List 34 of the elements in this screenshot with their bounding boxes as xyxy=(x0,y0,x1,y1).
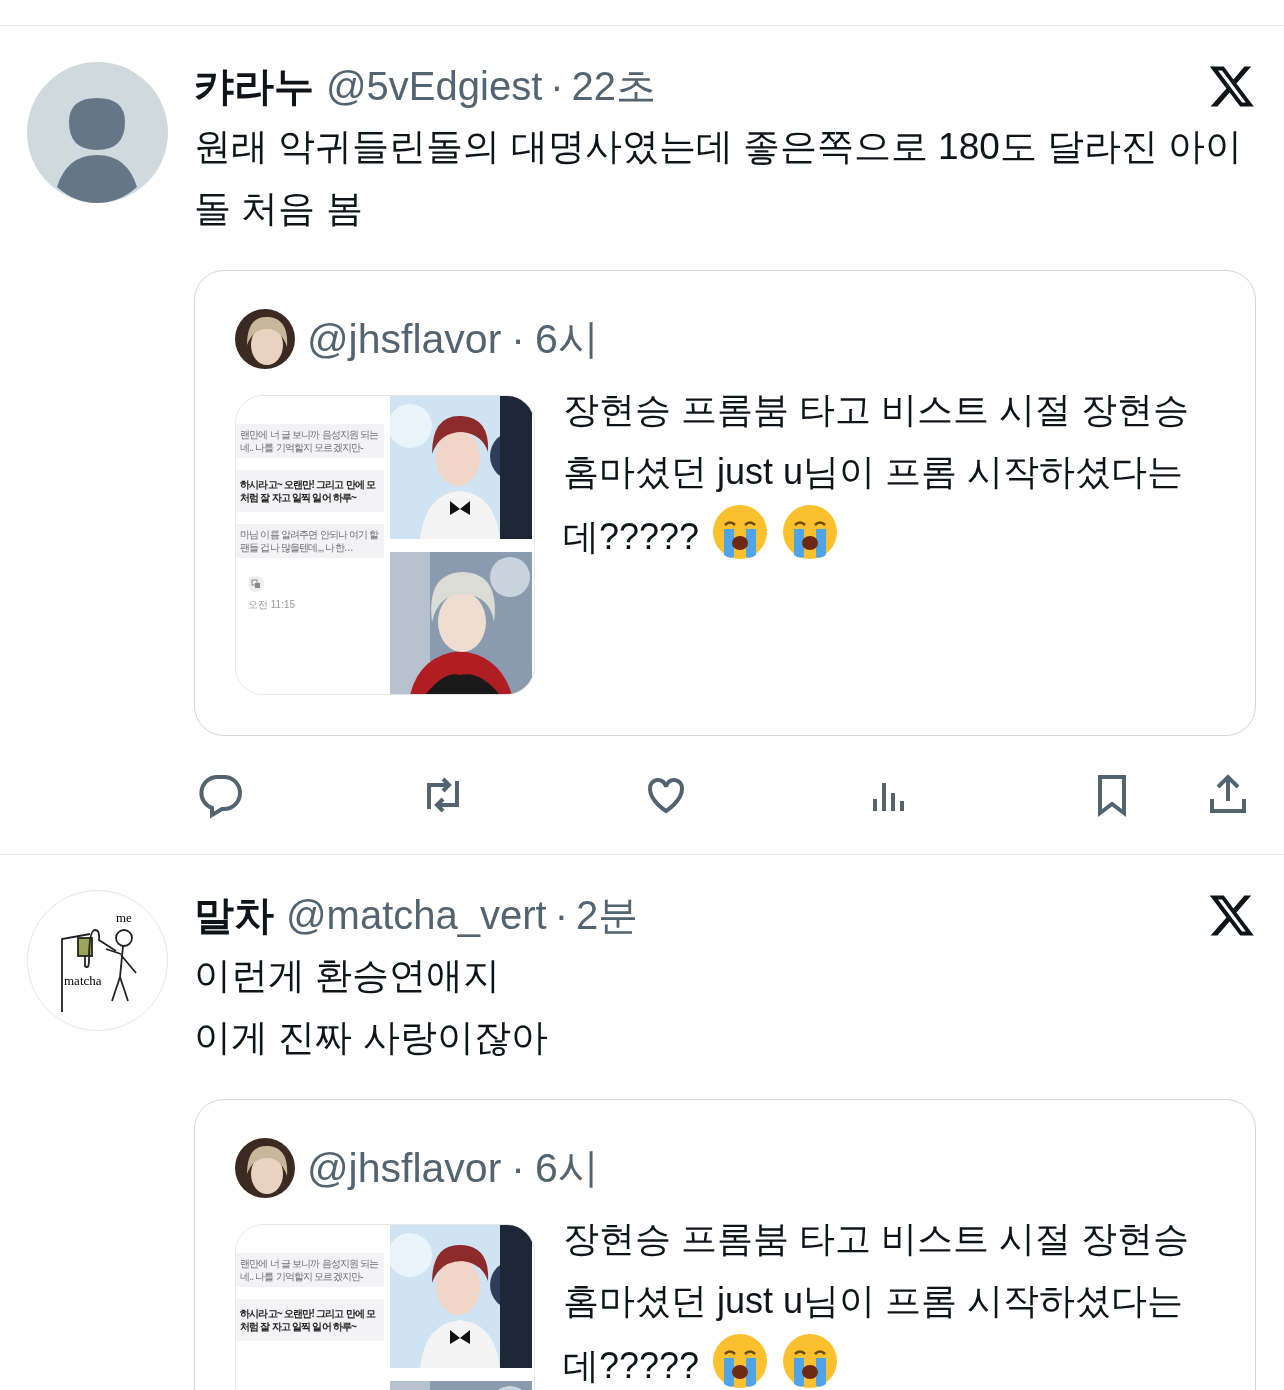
drawing-label: me xyxy=(116,910,132,925)
separator: · xyxy=(554,892,569,939)
separator: · xyxy=(511,1144,525,1193)
quoted-text: 장현승 프롬붐 타고 비스트 시절 장현승 홈마셨던 just u님이 프롬 시작하셨다는데????? xyxy=(563,1208,1215,1390)
crying-face-icon xyxy=(781,503,840,561)
timestamp: 6시 xyxy=(534,1144,599,1193)
timestamp: 6시 xyxy=(534,315,599,364)
separator: · xyxy=(550,63,564,110)
drawing-label: matcha xyxy=(64,973,102,988)
chat-bubble: 하시라고~ 오랜만! 그리고 만에 모처럼 잘 자고 일찍 일어 하루~ xyxy=(236,470,384,512)
crying-face-icon xyxy=(781,1332,840,1390)
tweet-text: 원래 악귀들린돌의 대명사였는데 좋은쪽으로 180도 달라진 아이돌 처음 봄 xyxy=(194,125,1244,231)
media-thumbnail[interactable]: 랜만에 너 글 보니까 음성지원 되는 네.. 나를 기억할지 모르겠지만- 하시라고~ 오랜만! 그리고 만에 모처럼 잘 자고 일찍 일어 하루~ xyxy=(235,1224,535,1390)
timestamp: 22초 xyxy=(571,63,657,110)
copy-icon xyxy=(248,576,264,592)
media-thumbnail[interactable]: 랜만에 너 글 보니까 음성지원 되는 네.. 나를 기억할지 모르겠지만- 하시라고~ 오랜만! 그리고 만에 모처럼 잘 자고 일찍 일어 하루~ 마님 이름 알려주면 안되나 여기 할 팬들 겁나 많을텐데,,, 나한… 오전 11:15 xyxy=(235,395,535,695)
author-name[interactable]: 말차 xyxy=(194,891,274,939)
author-handle[interactable]: @matcha_vert xyxy=(286,891,547,939)
tweet-text: 이런게 환승연애지 이게 진짜 사랑이잖아 xyxy=(194,954,549,1060)
crying-face-icon xyxy=(711,503,770,561)
separator: · xyxy=(511,315,525,364)
default-avatar-icon[interactable] xyxy=(27,62,168,203)
timestamp: 2분 xyxy=(576,892,639,939)
chat-bubble: 랜만에 너 글 보니까 음성지원 되는 네.. 나를 기억할지 모르겠지만- xyxy=(236,1253,384,1287)
author-handle[interactable]: @5vEdgiest xyxy=(326,62,543,110)
quoted-text: 장현승 프롬붐 타고 비스트 시절 장현승 홈마셨던 just u님이 프롬 시작하셨다는데????? xyxy=(563,379,1215,695)
chat-bubble: 하시라고~ 오랜만! 그리고 만에 모처럼 잘 자고 일찍 일어 하루~ xyxy=(236,1299,384,1341)
quoted-handle[interactable]: @jhsflavor xyxy=(307,1138,502,1198)
chat-bubble: 랜만에 너 글 보니까 음성지원 되는 네.. 나를 기억할지 모르겠지만- xyxy=(236,424,384,458)
crying-face-icon xyxy=(711,1332,770,1390)
chat-time: 오전 11:15 xyxy=(248,598,297,612)
chat-bubble: 마님 이름 알려주면 안되나 여기 할 팬들 겁나 많을텐데,,, 나한… xyxy=(236,524,384,558)
quoted-handle[interactable]: @jhsflavor xyxy=(307,309,502,369)
author-name[interactable]: 캬라누 xyxy=(194,62,314,110)
